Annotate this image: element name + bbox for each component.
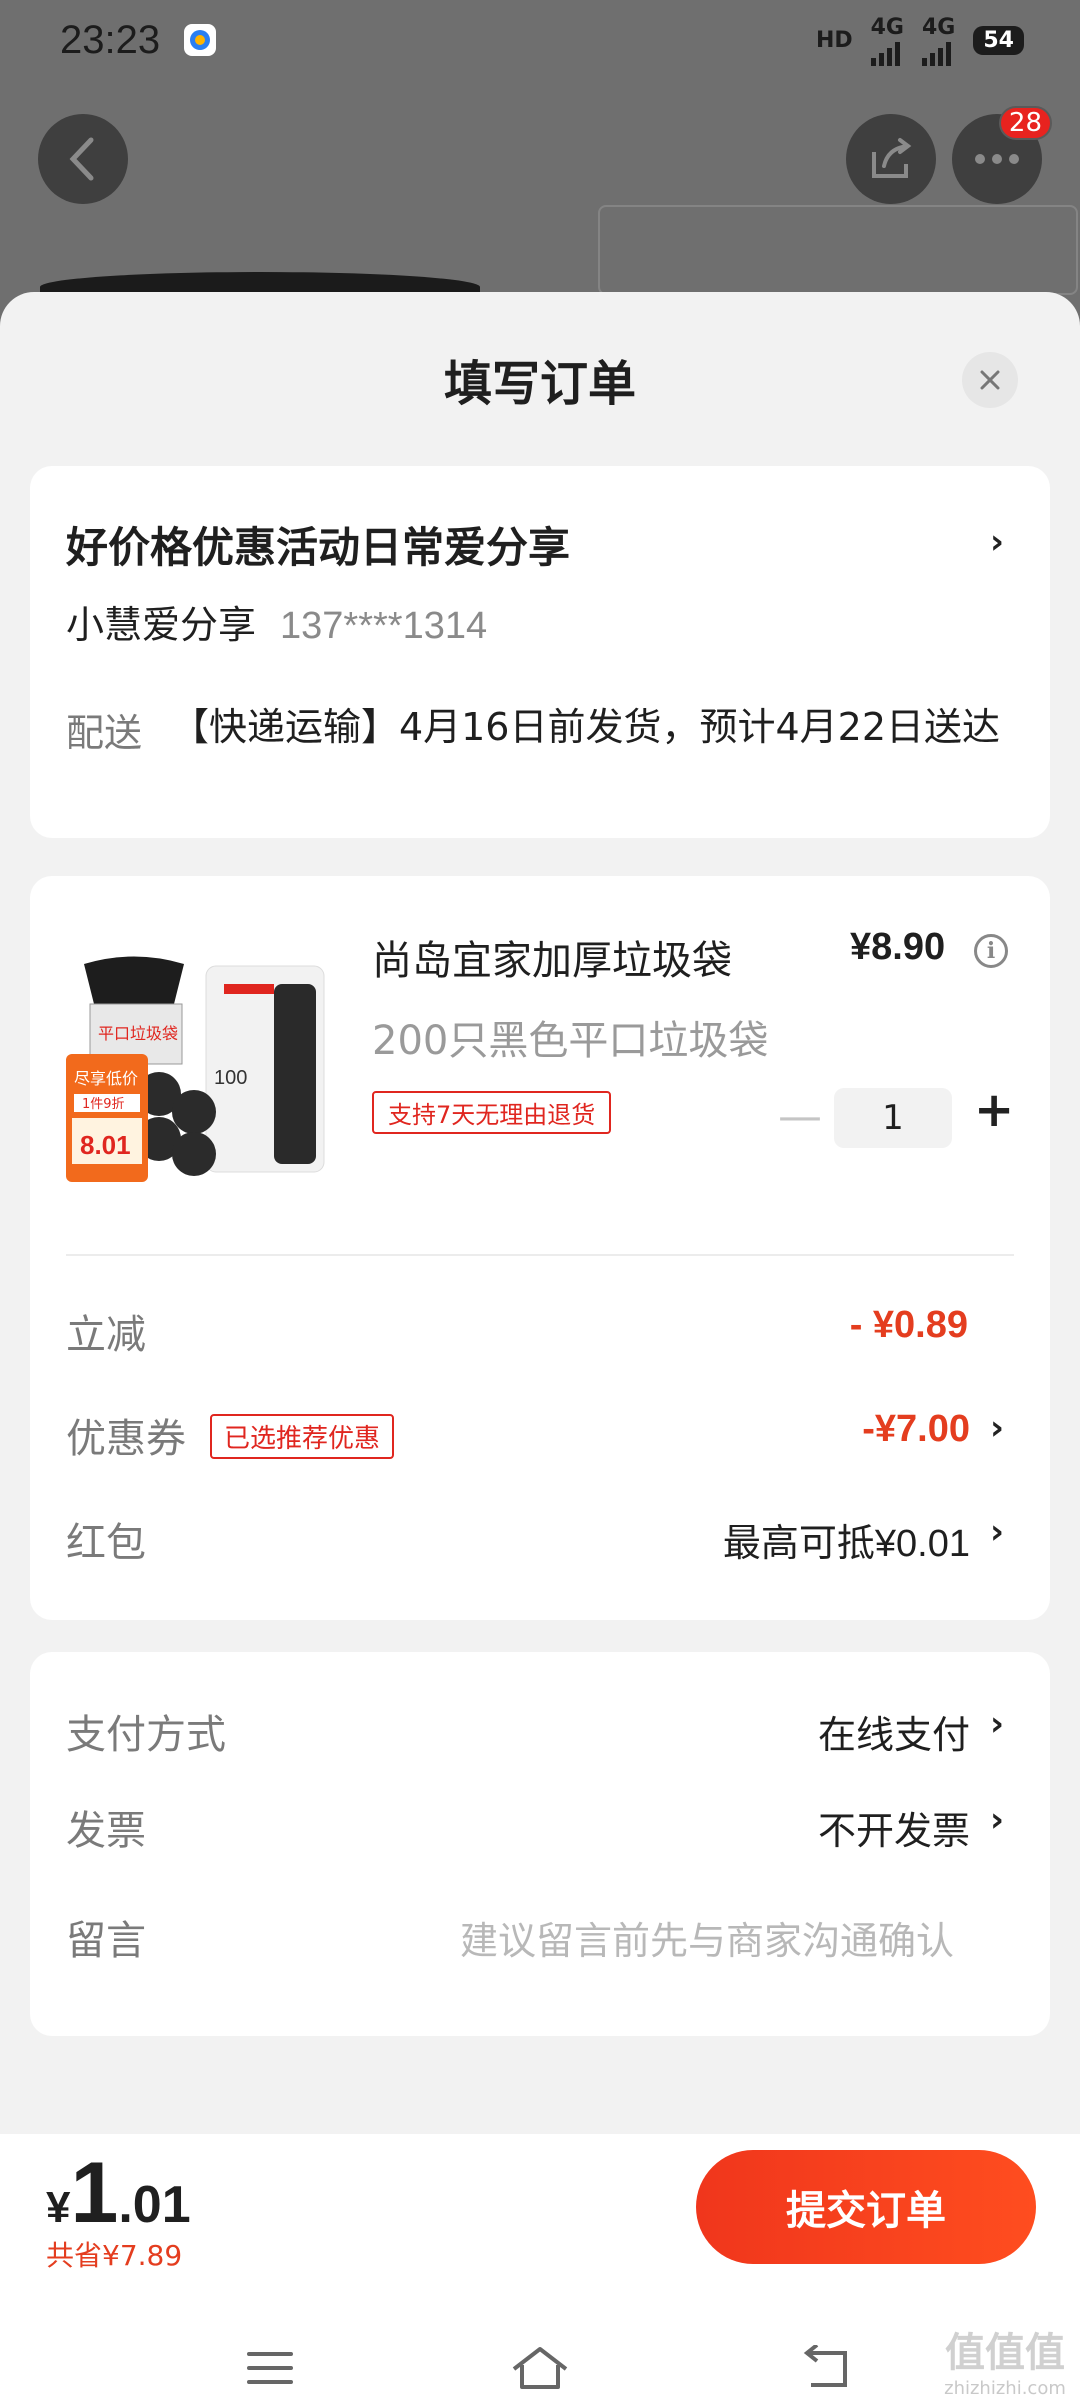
invoice-value: 不开发票: [817, 1811, 970, 1853]
submit-order-button[interactable]: 提交订单: [696, 2150, 1036, 2264]
signal-icon: [922, 40, 955, 66]
hd-label: HD: [815, 27, 853, 53]
battery-icon: 54: [973, 25, 1024, 55]
redpacket-label: 红包: [66, 1520, 146, 1566]
shipping-label: 配送: [66, 711, 143, 755]
divider: [66, 1254, 1014, 1256]
status-time: 23:23: [60, 17, 161, 62]
contact-name: 小慧爱分享: [66, 603, 257, 647]
return-policy-tag: 支持7天无理由退货: [372, 1091, 612, 1134]
background-product-box: [598, 205, 1078, 295]
chevron-left-icon: [69, 137, 94, 181]
watermark-brand: 值值值: [945, 2330, 1065, 2376]
chevron-right-icon: ›: [990, 1408, 1005, 1448]
total-int: 1: [70, 2145, 119, 2241]
close-button[interactable]: [962, 352, 1018, 408]
product-label-text: 平口垃圾袋: [98, 1024, 178, 1043]
instant-discount-value: - ¥0.89: [849, 1304, 968, 1346]
home-icon[interactable]: [510, 2338, 570, 2398]
info-icon[interactable]: i: [974, 934, 1008, 968]
product-image: 100 平口垃圾袋 尽享低价 1件9折 8.01: [64, 944, 326, 1184]
payment-method-label: 支付方式: [66, 1712, 226, 1758]
payment-card: 支付方式 在线支付 › 发票 不开发票 › 留言 建议留言前先与商家沟通确认: [30, 1652, 1050, 2036]
close-icon: [980, 370, 1000, 390]
share-icon: [872, 138, 912, 178]
coupon-tag: 已选推荐优惠: [210, 1414, 395, 1459]
signal-icon: [870, 40, 904, 66]
network-4g-1: 4G: [870, 15, 904, 66]
notification-badge: 28: [998, 106, 1052, 140]
chevron-right-icon: ›: [990, 1800, 1005, 1840]
message-input[interactable]: 建议留言前先与商家沟通确认: [460, 1910, 954, 1965]
coupon-value: -¥7.00: [862, 1408, 970, 1450]
more-dots-icon: [975, 154, 1019, 164]
redpacket-value: 最高可抵¥0.01: [722, 1523, 970, 1565]
payment-method-value: 在线支付: [817, 1715, 970, 1757]
watermark-site: zhizhizhi.com: [944, 2378, 1066, 2399]
instant-discount-label: 立减: [66, 1312, 146, 1358]
promo-text: 尽享低价: [74, 1069, 138, 1088]
order-sheet: 填写订单 好价格优惠活动日常爱分享 › 小慧爱分享 137****1314 配送 …: [0, 292, 1080, 2408]
sheet-title: 填写订单: [443, 356, 636, 412]
coupon-label: 优惠券: [66, 1416, 186, 1462]
status-indicators: HD 4G 4G 54: [816, 15, 1024, 66]
chevron-right-icon: ›: [990, 522, 1005, 562]
product-spec: 200只黑色平口垃圾袋: [372, 1018, 769, 1064]
system-nav-bar: [0, 2298, 1080, 2408]
back-button[interactable]: [38, 114, 128, 204]
message-label: 留言: [66, 1918, 146, 1964]
more-button[interactable]: 28: [952, 106, 1052, 204]
bottom-bar: ¥1.01 共省¥7.89 提交订单: [0, 2134, 1080, 2408]
product-price: ¥8.90: [850, 926, 946, 968]
quantity-minus-button[interactable]: —: [778, 1091, 822, 1142]
chevron-right-icon: ›: [990, 1512, 1005, 1552]
app-notification-icon: [184, 24, 217, 56]
total-decimal: .01: [118, 2176, 191, 2234]
product-card: 100 平口垃圾袋 尽享低价 1件9折 8.01 尚岛宜家加厚垃圾袋 ¥8.90…: [30, 876, 1050, 1620]
discount-text: 1件9折: [82, 1097, 125, 1112]
total-price: ¥1.01: [46, 2144, 191, 2243]
chevron-right-icon: ›: [990, 1704, 1005, 1744]
address-card[interactable]: 好价格优惠活动日常爱分享 › 小慧爱分享 137****1314 配送 【快递运输…: [30, 466, 1050, 838]
back-icon[interactable]: [796, 2338, 856, 2398]
contact-phone: 137****1314: [280, 605, 488, 647]
contact-info: 小慧爱分享 137****1314: [66, 594, 487, 649]
currency-symbol: ¥: [46, 2183, 71, 2232]
watermark: 值值值 zhizhizhi.com: [930, 2320, 1080, 2399]
network-4g-2: 4G: [922, 15, 955, 66]
promo-price-text: 8.01: [80, 1130, 131, 1160]
quantity-value[interactable]: 1: [834, 1088, 952, 1148]
product-title: 尚岛宜家加厚垃圾袋: [372, 938, 732, 984]
invoice-label: 发票: [66, 1808, 146, 1854]
menu-icon[interactable]: [240, 2338, 300, 2398]
share-button[interactable]: [846, 114, 936, 204]
saved-amount: 共省¥7.89: [46, 2239, 183, 2272]
status-bar: 23:23 HD 4G 4G 54: [0, 0, 1080, 80]
quantity-plus-button[interactable]: +: [974, 1082, 1014, 1138]
product-count-text: 100: [214, 1067, 247, 1089]
address-name: 好价格优惠活动日常爱分享: [66, 523, 571, 572]
shipping-text: 【快递运输】4月16日前发货，预计4月22日送达: [170, 705, 1000, 749]
